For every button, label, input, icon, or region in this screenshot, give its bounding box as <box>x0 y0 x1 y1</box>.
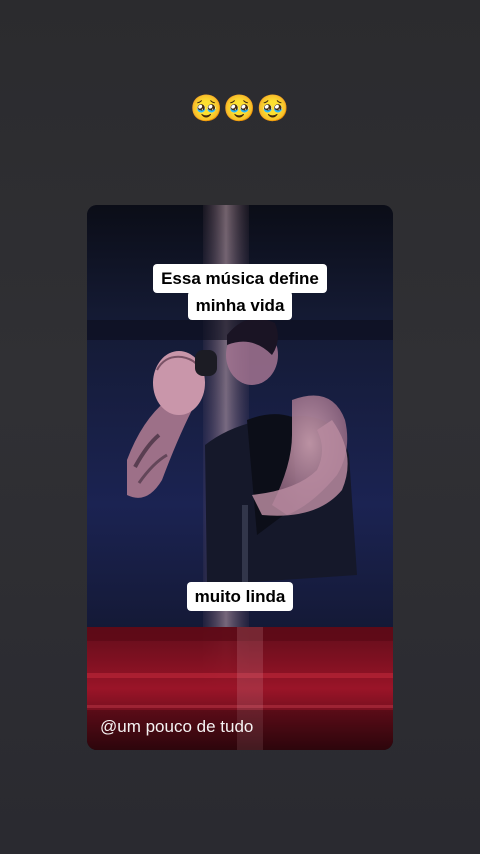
video-card[interactable]: Essa música define minha vida muito lind… <box>87 205 393 750</box>
caption-bottom-text: muito linda <box>186 582 294 611</box>
caption-top-line1: Essa música define <box>153 264 327 293</box>
caption-bottom: muito linda <box>87 582 393 611</box>
caption-top: Essa música define minha vida <box>87 264 393 320</box>
caption-top-line2: minha vida <box>187 291 293 320</box>
watermark-username: @um pouco de tudo <box>100 717 254 736</box>
emoji-sticker: 🥹🥹🥹 <box>189 94 291 124</box>
story-screen[interactable]: 🥹🥹🥹 Essa música define minha vida muito … <box>0 0 480 854</box>
